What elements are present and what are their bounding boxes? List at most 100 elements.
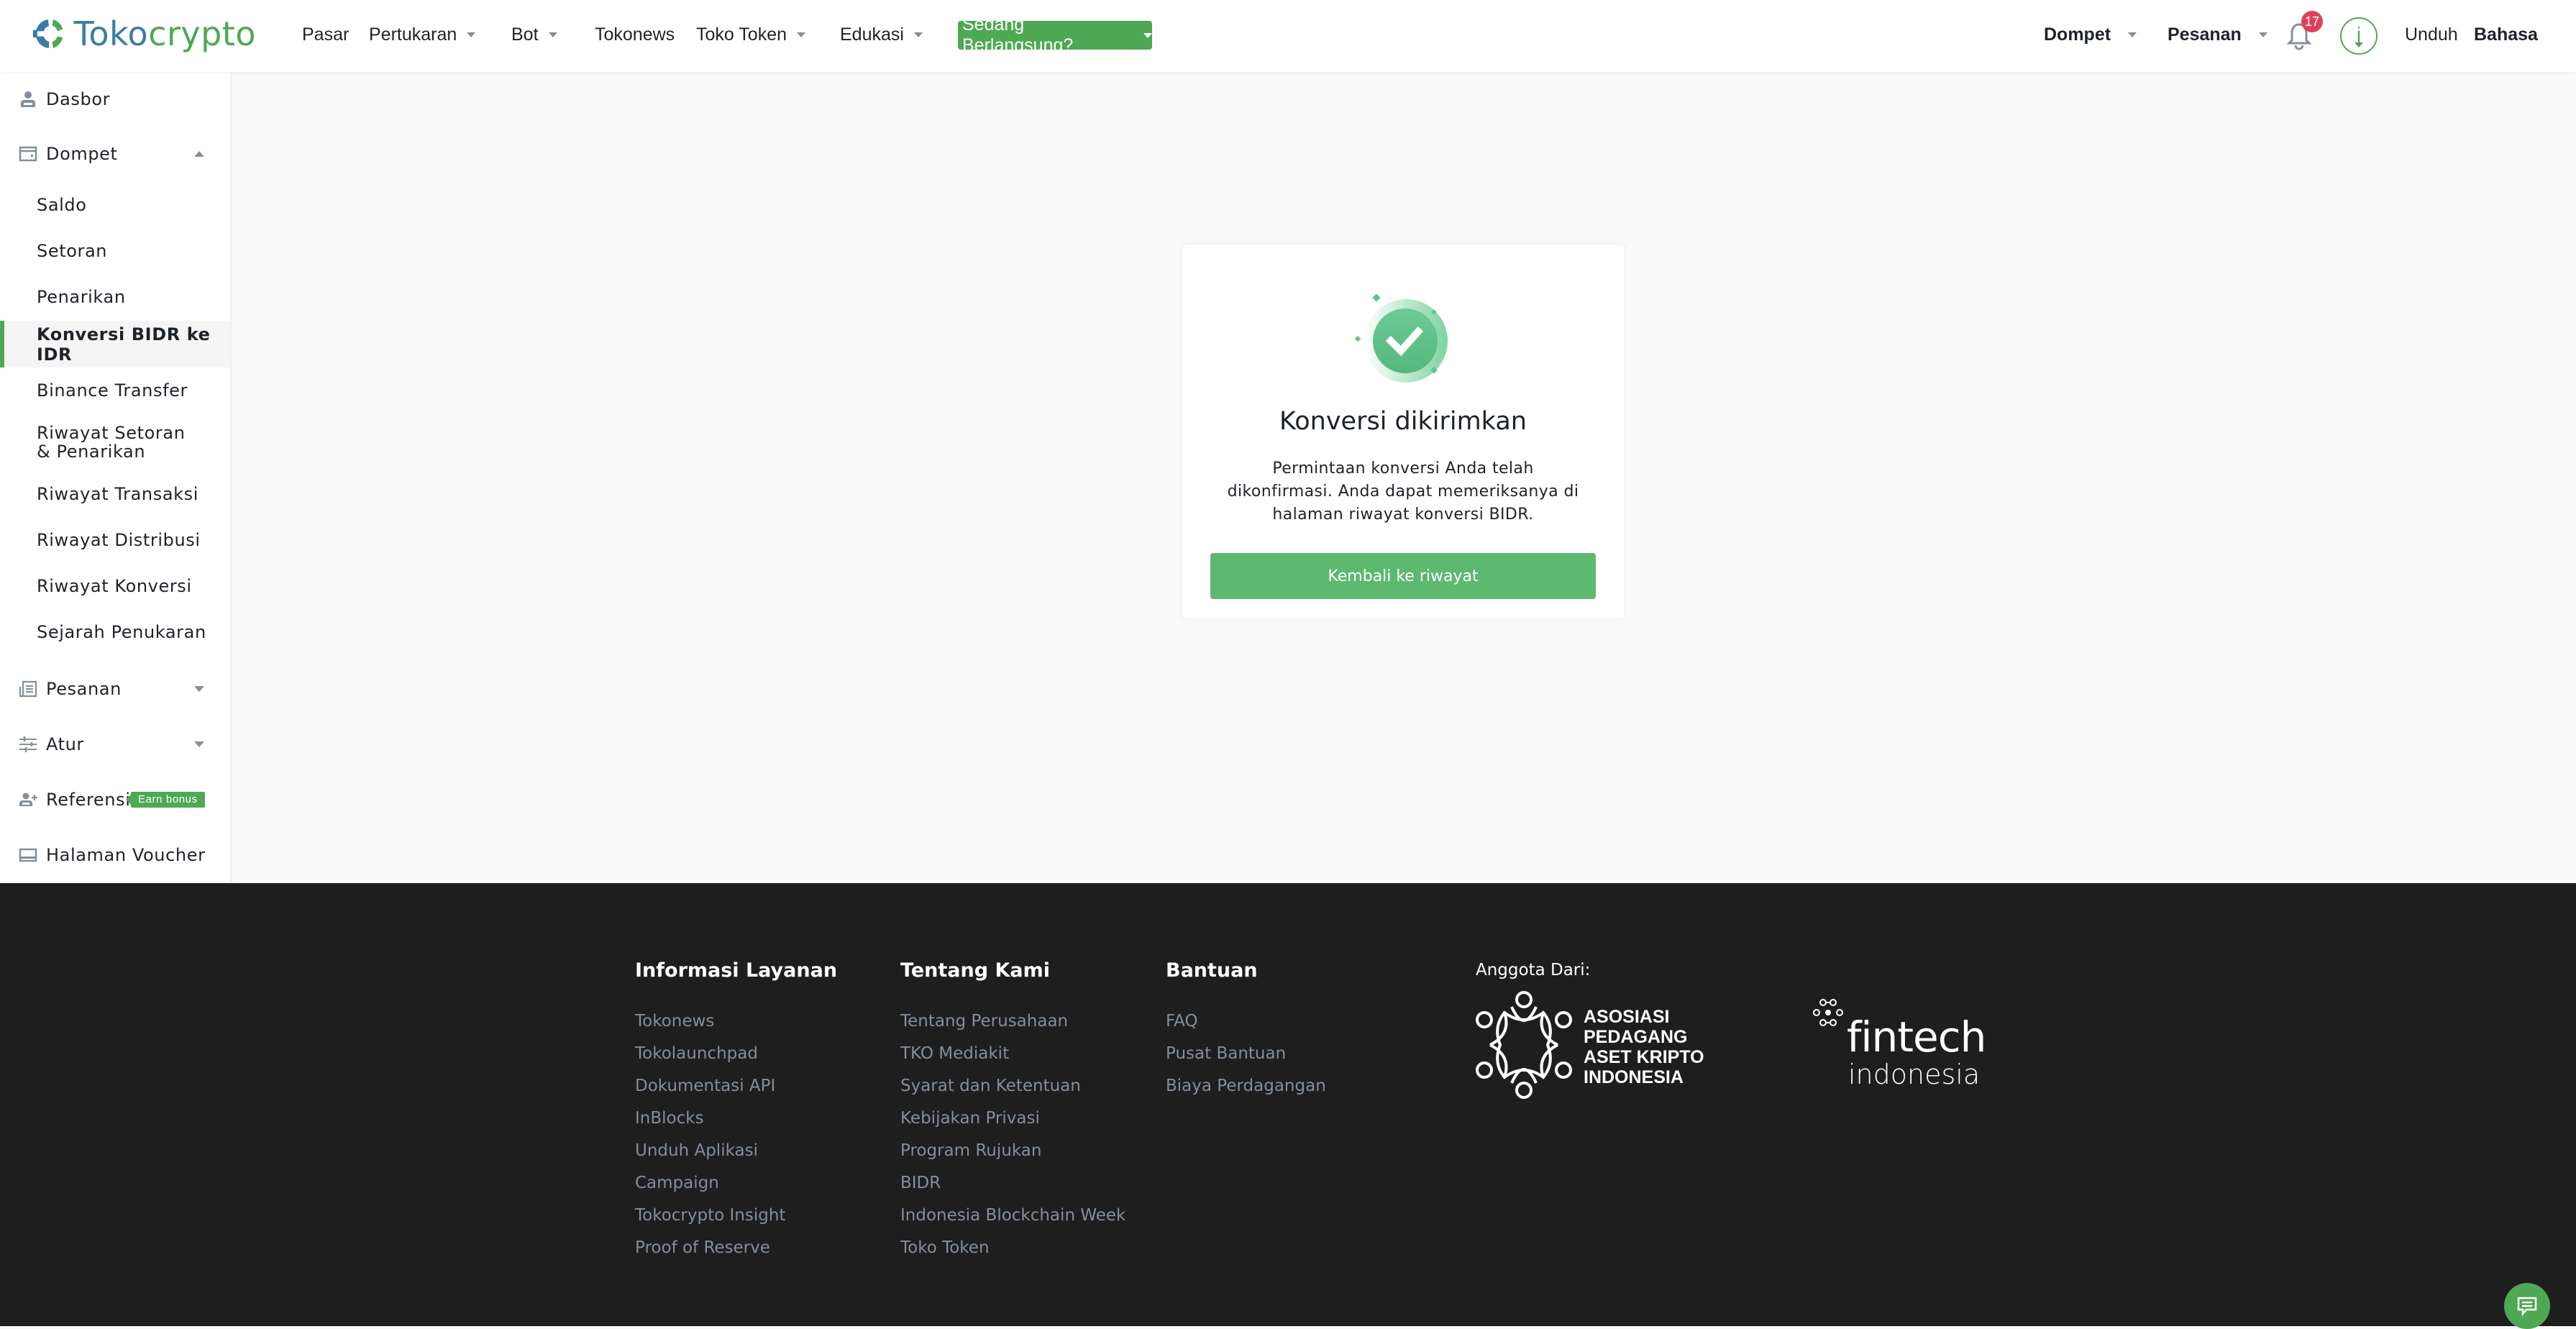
apk-logo-line: INDONESIA — [1584, 1067, 1684, 1087]
footer-link[interactable]: Biaya Perdagangan — [1166, 1074, 1326, 1107]
nav-download[interactable]: Unduh — [2405, 24, 2458, 45]
footer-link[interactable]: Pusat Bantuan — [1166, 1042, 1326, 1074]
footer-link[interactable]: Tokolaunchpad — [635, 1042, 837, 1074]
logo-text-toko: Toko — [73, 14, 149, 53]
fintech-logo-subtext: indonesia — [1848, 1059, 1981, 1090]
footer-link[interactable]: FAQ — [1166, 1010, 1326, 1042]
settings-sliders-icon — [19, 736, 37, 752]
chevron-down-icon — [548, 32, 557, 37]
orders-icon — [19, 680, 37, 698]
sidebar-item-label: Konversi BIDR ke IDR — [37, 324, 211, 365]
nav-label: Pasar — [302, 24, 350, 45]
sidebar-item-riwayat-setoran-penarikan[interactable]: Riwayat Setoran & Penarikan — [0, 414, 230, 471]
sidebar-item-penarikan[interactable]: Penarikan — [0, 274, 230, 320]
footer-link[interactable]: Toko Token — [900, 1236, 1125, 1269]
footer-column-service-info: Informasi Layanan Tokonews Tokolaunchpad… — [635, 959, 837, 1269]
nav-label: Pertukaran — [369, 24, 457, 45]
chevron-down-icon — [2128, 32, 2137, 37]
nav-bot[interactable]: Bot — [511, 24, 557, 45]
nav-orders[interactable]: Pesanan — [2168, 24, 2267, 45]
footer-link[interactable]: Syarat dan Ketentuan — [900, 1074, 1125, 1107]
sidebar-item-binance-transfer[interactable]: Binance Transfer — [0, 367, 230, 414]
fintech-indonesia-logo[interactable]: fintech indonesia — [1812, 998, 1986, 1092]
chat-bubble-icon — [2517, 1297, 2537, 1316]
nav-label: Dompet — [2044, 24, 2111, 45]
chevron-down-icon — [194, 686, 204, 692]
footer-link[interactable]: Dokumentasi API — [635, 1074, 837, 1107]
apk-logo-line: ASOSIASI — [1584, 1007, 1670, 1027]
tokocrypto-logo[interactable]: Tokocrypto — [33, 10, 256, 58]
nav-pasar[interactable]: Pasar — [302, 24, 349, 45]
sidebar-item-pesanan[interactable]: Pesanan — [0, 662, 230, 716]
chat-support-button[interactable] — [2504, 1283, 2550, 1329]
sidebar-item-label: Dompet — [46, 144, 118, 164]
footer-link[interactable]: Tokonews — [635, 1010, 837, 1042]
chevron-down-icon — [1143, 32, 1152, 38]
apk-logo-line: PEDAGANG — [1584, 1027, 1688, 1047]
sidebar-item-sejarah-penukaran[interactable]: Sejarah Penukaran — [0, 609, 230, 655]
footer-link[interactable]: Tokocrypto Insight — [635, 1204, 837, 1236]
ongoing-promo-button[interactable]: Sedang Berlangsung? — [958, 14, 1152, 55]
footer-link[interactable]: Indonesia Blockchain Week — [900, 1204, 1125, 1236]
footer-link[interactable]: Kebijakan Privasi — [900, 1107, 1125, 1139]
sidebar-item-atur[interactable]: Atur — [0, 717, 230, 772]
sidebar-item-label: Pesanan — [46, 679, 122, 699]
nav-language[interactable]: Bahasa — [2474, 24, 2538, 45]
fintech-logo-text: fintech — [1847, 1013, 1986, 1061]
sidebar-item-label: Riwayat Konversi — [37, 576, 192, 596]
card-title: Konversi dikirimkan — [1279, 407, 1527, 436]
footer-link[interactable]: InBlocks — [635, 1107, 837, 1139]
sidebar-item-setoran[interactable]: Setoran — [0, 228, 230, 274]
chevron-down-icon — [2355, 42, 2363, 47]
sidebar-item-label: Saldo — [37, 195, 87, 215]
nav-toko-token[interactable]: Toko Token — [696, 24, 806, 45]
promo-label: Sedang Berlangsung? — [962, 14, 1074, 55]
nav-wallet[interactable]: Dompet — [2044, 24, 2137, 45]
sidebar-item-riwayat-transaksi[interactable]: Riwayat Transaksi — [0, 471, 230, 517]
sidebar-item-halaman-voucher[interactable]: Halaman Voucher — [0, 828, 230, 882]
footer-link[interactable]: TKO Mediakit — [900, 1042, 1125, 1074]
sidebar-item-label: Riwayat Distribusi — [37, 530, 201, 550]
footer-link[interactable]: Program Rujukan — [900, 1139, 1125, 1172]
nav-pertukaran[interactable]: Pertukaran — [369, 24, 476, 45]
avatar-initial: j — [2357, 22, 2361, 45]
footer-link[interactable]: BIDR — [900, 1172, 1125, 1204]
earn-bonus-badge: Earn bonus — [126, 792, 205, 808]
sidebar-item-riwayat-distribusi[interactable]: Riwayat Distribusi — [0, 517, 230, 563]
chevron-down-icon — [2258, 32, 2267, 37]
nav-label: Bot — [511, 24, 539, 45]
footer-link[interactable]: Campaign — [635, 1172, 837, 1204]
apk-logo-line: ASET KRIPTO — [1584, 1047, 1704, 1067]
aspakrindo-logo[interactable]: ASOSIASI PEDAGANG ASET KRIPTO INDONESIA — [1476, 991, 1713, 1099]
voucher-icon — [19, 848, 37, 862]
nav-edukasi[interactable]: Edukasi — [840, 24, 923, 45]
sidebar-item-konversi-bidr[interactable]: Konversi BIDR ke IDR — [0, 321, 230, 367]
sidebar-item-label: Binance Transfer — [37, 380, 188, 401]
chevron-down-icon — [467, 32, 476, 37]
members-label: Anggota Dari: — [1476, 961, 1591, 979]
user-avatar[interactable]: j — [2340, 17, 2378, 55]
back-to-history-button[interactable]: Kembali ke riwayat — [1210, 553, 1596, 599]
footer-link[interactable]: Proof of Reserve — [635, 1236, 837, 1269]
sidebar-item-dompet[interactable]: Dompet — [0, 127, 230, 181]
success-check-icon — [1354, 293, 1448, 383]
footer-link[interactable]: Unduh Aplikasi — [635, 1139, 837, 1172]
sidebar-item-referensi[interactable]: Referensi Earn bonus — [0, 772, 230, 827]
sidebar-item-label: Halaman Voucher — [46, 845, 206, 865]
chevron-down-icon — [913, 32, 923, 37]
sidebar-item-label: Setoran — [37, 241, 108, 261]
sidebar-item-label: Riwayat Setoran & Penarikan — [37, 423, 186, 462]
sidebar-item-label: Penarikan — [37, 287, 126, 307]
nav-label: Unduh — [2405, 24, 2458, 45]
tokocrypto-logo-icon — [33, 19, 63, 48]
nav-label: Bahasa — [2474, 24, 2538, 45]
footer-column-title: Tentang Kami — [900, 959, 1050, 982]
footer-column-about-us: Tentang Kami Tentang Perusahaan TKO Medi… — [900, 959, 1125, 1269]
footer-link[interactable]: Tentang Perusahaan — [900, 1010, 1125, 1042]
sidebar-item-saldo[interactable]: Saldo — [0, 182, 230, 228]
nav-label: Edukasi — [840, 24, 904, 45]
conversion-success-card: Konversi dikirimkan Permintaan konversi … — [1182, 245, 1624, 618]
sidebar-item-dasbor[interactable]: Dasbor — [0, 72, 230, 127]
sidebar-item-riwayat-konversi[interactable]: Riwayat Konversi — [0, 563, 230, 609]
nav-tokonews[interactable]: Tokonews — [595, 24, 675, 45]
